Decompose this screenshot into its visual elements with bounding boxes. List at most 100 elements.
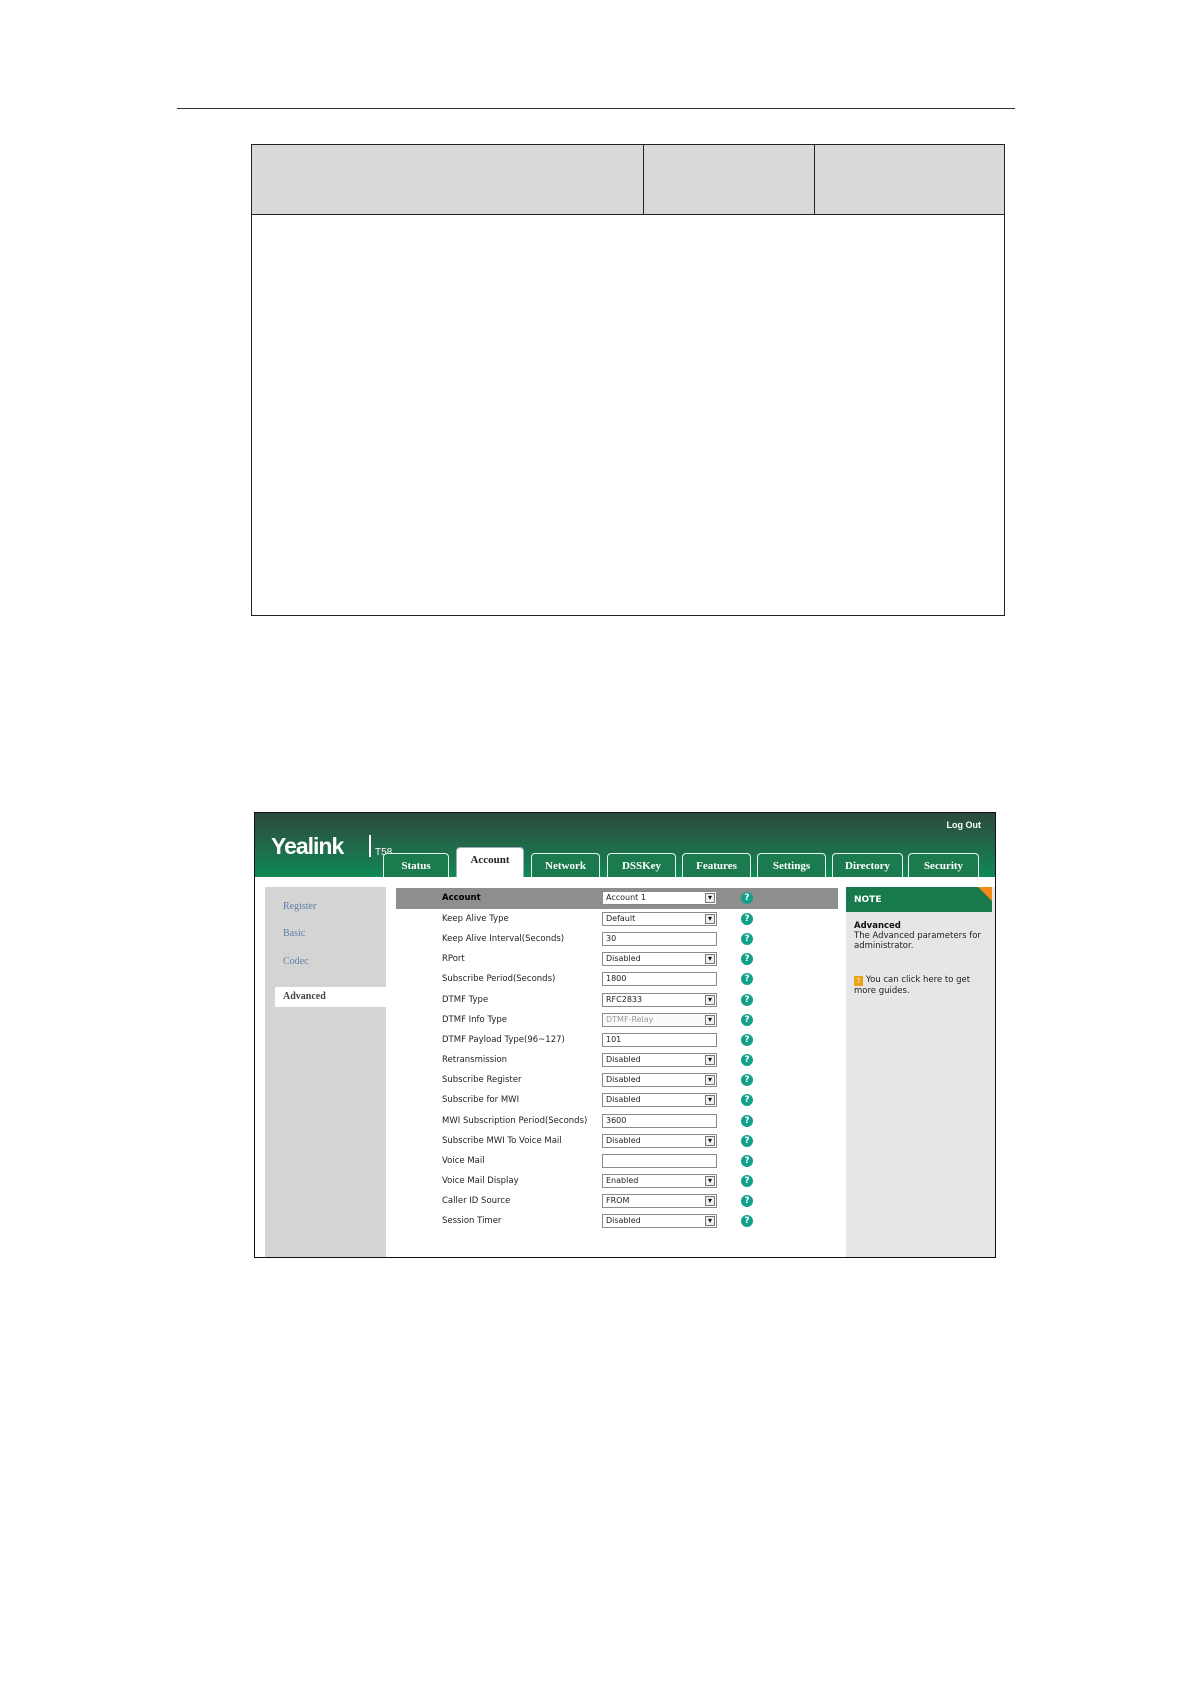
setting-row-dtmf-info-type: DTMF Info Type DTMF-Relay?: [396, 1010, 838, 1031]
setting-row-voice-mail-display: Voice Mail Display Enabled?: [396, 1171, 838, 1192]
sidebar-item-basic[interactable]: Basic: [283, 928, 305, 939]
setting-row-subscribe-register: Subscribe Register Disabled?: [396, 1070, 838, 1091]
note-corner-tab: [978, 887, 992, 901]
setting-label: Caller ID Source: [442, 1196, 511, 1207]
web-ui-screenshot: Yealink T58 Log Out Status Account Netwo…: [254, 812, 996, 1258]
setting-label: DTMF Info Type: [442, 1014, 507, 1025]
setting-input[interactable]: [602, 1153, 717, 1168]
note-text: The Advanced parameters for administrato…: [854, 931, 981, 951]
table-header-divider-1: [643, 145, 644, 215]
setting-label: Keep Alive Type: [442, 914, 509, 924]
guide-icon: ?: [854, 976, 863, 986]
setting-row-keep-alive-type: Keep Alive Type Default?: [396, 909, 838, 930]
parameter-table: [251, 144, 1005, 616]
setting-label: MWI Subscription Period(Seconds): [442, 1115, 588, 1126]
help-icon[interactable]: ?: [741, 953, 753, 966]
tab-directory[interactable]: Directory: [832, 853, 903, 877]
setting-row-voice-mail: Voice Mail?: [396, 1151, 838, 1172]
setting-label: Subscribe Period(Seconds): [442, 974, 556, 985]
help-icon[interactable]: ?: [741, 993, 753, 1006]
help-icon[interactable]: ?: [741, 892, 753, 904]
setting-label: Subscribe MWI To Voice Mail: [442, 1135, 562, 1146]
setting-select[interactable]: Enabled: [602, 1173, 717, 1188]
setting-row-subscribe-for-mwi: Subscribe for MWI Disabled?: [396, 1090, 838, 1111]
help-icon[interactable]: ?: [741, 913, 753, 925]
help-icon[interactable]: ?: [741, 1013, 753, 1026]
setting-label: DTMF Payload Type(96~127): [442, 1034, 565, 1045]
setting-row-caller-id-source: Caller ID Source FROM?: [396, 1191, 838, 1212]
setting-row-session-timer: Session Timer Disabled?: [396, 1211, 838, 1232]
account-select[interactable]: Account 1: [602, 891, 717, 905]
table-header-row: [252, 145, 1004, 215]
setting-label: Session Timer: [442, 1216, 502, 1227]
tab-features[interactable]: Features: [682, 853, 751, 877]
help-icon[interactable]: ?: [741, 933, 753, 946]
setting-input[interactable]: 1800: [602, 972, 717, 987]
tab-dsskey[interactable]: DSSKey: [607, 853, 676, 877]
note-header: NOTE: [846, 887, 992, 912]
help-icon[interactable]: ?: [741, 1094, 753, 1107]
help-icon[interactable]: ?: [741, 1114, 753, 1127]
setting-label: Voice Mail: [442, 1155, 485, 1166]
setting-select[interactable]: Disabled: [602, 1133, 717, 1148]
setting-select[interactable]: Disabled: [602, 1093, 717, 1108]
brand-logo: Yealink: [271, 833, 344, 859]
note-title: NOTE: [854, 895, 882, 905]
setting-row-dtmf-payload-type-96-127: DTMF Payload Type(96~127) 101?: [396, 1030, 838, 1051]
help-icon[interactable]: ?: [741, 973, 753, 986]
setting-label: Subscribe Register: [442, 1075, 522, 1086]
tab-settings[interactable]: Settings: [757, 853, 826, 877]
account-header-row: Account Account 1 ?: [396, 888, 838, 909]
setting-label: Keep Alive Interval(Seconds): [442, 934, 565, 945]
tab-account[interactable]: Account: [456, 847, 524, 877]
table-header-divider-2: [814, 145, 815, 215]
sidebar-item-codec[interactable]: Codec: [283, 956, 309, 967]
tab-network[interactable]: Network: [531, 853, 600, 877]
help-icon[interactable]: ?: [741, 1195, 753, 1208]
account-label: Account: [442, 893, 481, 903]
setting-select[interactable]: FROM: [602, 1194, 717, 1209]
setting-label: Subscribe for MWI: [442, 1095, 520, 1106]
setting-select[interactable]: Default: [602, 912, 717, 926]
help-icon[interactable]: ?: [741, 1154, 753, 1167]
setting-input[interactable]: 101: [602, 1032, 717, 1047]
guide-link[interactable]: ? You can click here to get more guides.: [854, 975, 984, 997]
sidebar-item-advanced-label: Advanced: [283, 991, 326, 1002]
help-icon[interactable]: ?: [741, 1134, 753, 1147]
setting-select: DTMF-Relay: [602, 1012, 717, 1027]
setting-row-subscribe-period-seconds: Subscribe Period(Seconds) 1800?: [396, 969, 838, 990]
help-icon[interactable]: ?: [741, 1174, 753, 1187]
setting-row-keep-alive-interval-seconds: Keep Alive Interval(Seconds) 30?: [396, 929, 838, 950]
setting-row-retransmission: Retransmission Disabled?: [396, 1050, 838, 1071]
sidebar: Register Basic Codec Advanced: [265, 887, 386, 1257]
content-area: Register Basic Codec Advanced Account Ac…: [255, 877, 995, 1257]
setting-row-rport: RPort Disabled?: [396, 949, 838, 970]
setting-row-mwi-subscription-period-seconds: MWI Subscription Period(Seconds) 3600?: [396, 1111, 838, 1132]
help-icon[interactable]: ?: [741, 1054, 753, 1067]
tab-status[interactable]: Status: [383, 853, 449, 877]
top-bar: Yealink T58 Log Out Status Account Netwo…: [255, 813, 995, 877]
logo-divider: [369, 835, 371, 857]
page-header-rule: [177, 108, 1015, 109]
setting-label: DTMF Type: [442, 994, 489, 1005]
sidebar-item-advanced[interactable]: Advanced: [275, 987, 386, 1007]
setting-select[interactable]: RFC2833: [602, 992, 717, 1007]
setting-row-dtmf-type: DTMF Type RFC2833?: [396, 990, 838, 1011]
tab-security[interactable]: Security: [908, 853, 979, 877]
sidebar-item-register[interactable]: Register: [283, 901, 316, 912]
setting-row-subscribe-mwi-to-voice-mail: Subscribe MWI To Voice Mail Disabled?: [396, 1131, 838, 1152]
help-icon[interactable]: ?: [741, 1074, 753, 1087]
setting-select[interactable]: Disabled: [602, 1053, 717, 1068]
setting-input[interactable]: 30: [602, 932, 717, 947]
guide-text: You can click here to get more guides.: [854, 975, 971, 996]
note-heading: Advanced: [854, 921, 901, 931]
logout-link[interactable]: Log Out: [947, 820, 982, 830]
help-icon[interactable]: ?: [741, 1215, 753, 1228]
setting-select[interactable]: Disabled: [602, 1214, 717, 1229]
help-icon[interactable]: ?: [741, 1033, 753, 1046]
setting-input[interactable]: 3600: [602, 1113, 717, 1128]
setting-select[interactable]: Disabled: [602, 952, 717, 967]
setting-label: Retransmission: [442, 1055, 508, 1066]
setting-select[interactable]: Disabled: [602, 1073, 717, 1088]
note-panel: NOTE Advanced The Advanced parameters fo…: [846, 887, 995, 1257]
